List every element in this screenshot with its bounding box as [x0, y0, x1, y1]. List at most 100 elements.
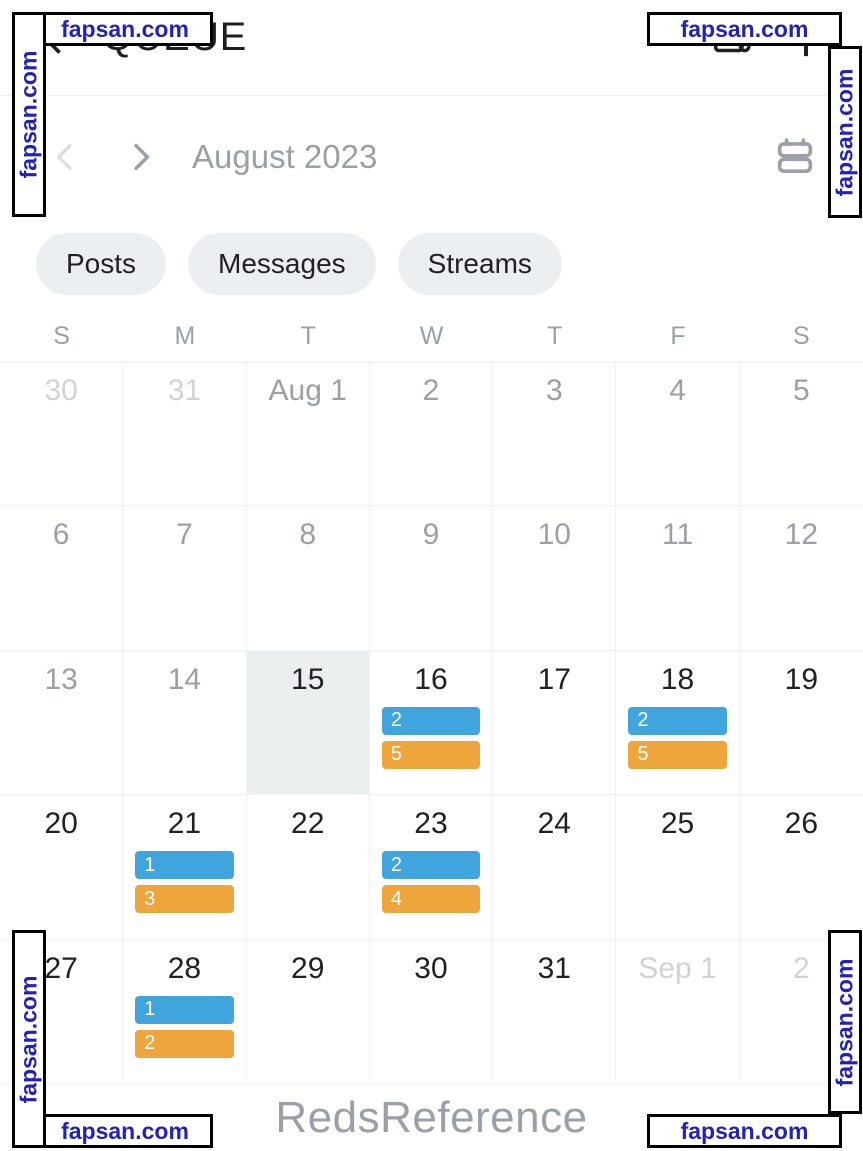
- day-number: 5: [793, 374, 810, 407]
- event-count-badge-blue[interactable]: 2: [381, 851, 481, 880]
- day-number: 11: [661, 518, 694, 552]
- day-number: 21: [167, 807, 202, 841]
- calendar-day-cell[interactable]: 16 2 5: [370, 650, 494, 795]
- day-number: 4: [669, 374, 686, 407]
- watermark-label: fapsan.com: [831, 68, 858, 196]
- watermark-bottom-right-horizontal: fapsan.com: [647, 1114, 842, 1148]
- calendar-day-cell[interactable]: 30: [0, 362, 124, 506]
- calendar-day-cell[interactable]: 31: [493, 939, 617, 1083]
- day-number: 14: [167, 662, 202, 696]
- next-month-button[interactable]: [118, 134, 164, 180]
- tab-messages[interactable]: Messages: [188, 233, 376, 295]
- day-number: 23: [414, 807, 448, 841]
- weekday-label-fri: F: [670, 321, 686, 350]
- weekday-label-wed: W: [419, 321, 444, 350]
- day-number: 31: [537, 951, 571, 985]
- chevron-left-icon: [56, 144, 72, 170]
- weekday-label-thu: T: [547, 321, 563, 350]
- day-number: 15: [291, 662, 325, 696]
- day-number: 9: [422, 518, 440, 552]
- day-number: 19: [784, 662, 819, 696]
- calendar-day-cell[interactable]: 12: [740, 506, 863, 649]
- event-count-badge-blue[interactable]: 2: [381, 706, 481, 735]
- calendar-day-cell[interactable]: 18 2 5: [616, 650, 740, 795]
- calendar-day-cell[interactable]: 14: [123, 650, 247, 795]
- day-number: 8: [299, 518, 317, 552]
- calendar-day-cell[interactable]: 10: [493, 506, 617, 650]
- watermark-label: fapsan.com: [831, 958, 858, 1086]
- calendar-view-icon: [777, 138, 813, 174]
- view-toggle-button[interactable]: [769, 131, 821, 183]
- calendar-day-cell[interactable]: Aug 1: [247, 362, 370, 506]
- calendar-day-cell[interactable]: 30: [370, 939, 494, 1083]
- watermark-top-right-horizontal: fapsan.com: [647, 12, 842, 46]
- event-count-badge-orange[interactable]: 2: [135, 1029, 234, 1058]
- calendar-day-cell[interactable]: 17: [493, 650, 617, 795]
- weekday-label-sun: S: [53, 321, 70, 350]
- calendar-day-cell[interactable]: 4: [616, 362, 740, 506]
- watermark-top-left-vertical: fapsan.com: [12, 12, 46, 217]
- day-number: 20: [44, 807, 78, 841]
- watermark-top-left-horizontal: fapsan.com: [37, 12, 213, 46]
- calendar-day-cell[interactable]: 26: [740, 795, 863, 938]
- filter-tabs: Posts Messages Streams: [0, 218, 863, 310]
- calendar-day-cell[interactable]: 19: [740, 651, 863, 794]
- tab-streams[interactable]: Streams: [397, 233, 562, 295]
- day-event-list: 24: [381, 851, 481, 914]
- previous-month-button[interactable]: [42, 134, 88, 180]
- calendar-day-cell[interactable]: 6: [0, 506, 124, 650]
- calendar-day-cell[interactable]: Sep 1: [616, 939, 740, 1083]
- weekday-label-mon: M: [174, 321, 196, 350]
- calendar-day-cell[interactable]: 20: [0, 795, 124, 939]
- calendar-week-row: 13 14 15 16 2 5 17 18 2 5 19: [0, 650, 863, 796]
- calendar-day-cell[interactable]: 7: [123, 506, 247, 650]
- calendar-day-cell[interactable]: 24: [493, 795, 617, 939]
- day-number: Aug 1: [268, 374, 347, 407]
- day-number: 18: [660, 662, 695, 696]
- calendar-day-cell[interactable]: 15: [246, 650, 370, 795]
- chevron-right-icon: [134, 143, 150, 171]
- day-number: 30: [414, 951, 448, 985]
- watermark-bottom-right-vertical: fapsan.com: [828, 930, 862, 1114]
- watermark-label: fapsan.com: [15, 50, 42, 179]
- calendar-day-cell[interactable]: 31: [123, 362, 247, 506]
- calendar-day-cell[interactable]: 28 1 2: [123, 939, 247, 1083]
- calendar-day-cell[interactable]: 13: [0, 650, 124, 795]
- watermark-bottom-left-vertical: fapsan.com: [12, 930, 46, 1148]
- calendar-day-cell[interactable]: 22: [247, 795, 370, 939]
- day-event-list: 12: [135, 995, 234, 1058]
- event-count-badge-orange[interactable]: 5: [628, 740, 727, 769]
- event-count-badge-blue[interactable]: 1: [135, 995, 234, 1024]
- weekday-label-sat: S: [793, 321, 810, 350]
- day-number: Sep 1: [638, 951, 717, 985]
- watermark-bottom-left-horizontal: fapsan.com: [37, 1114, 213, 1148]
- event-count-badge-orange[interactable]: 4: [381, 885, 481, 914]
- day-number: 29: [291, 951, 325, 985]
- watermark-top-right-vertical: fapsan.com: [828, 46, 862, 218]
- calendar-day-cell[interactable]: 2: [370, 362, 494, 506]
- event-count-badge-blue[interactable]: 1: [135, 851, 234, 880]
- event-count-badge-blue[interactable]: 2: [628, 706, 727, 735]
- day-event-list: 25: [628, 706, 727, 769]
- event-count-badge-orange[interactable]: 3: [135, 885, 234, 914]
- day-number: 10: [537, 518, 571, 552]
- weekday-label-tue: T: [300, 321, 316, 350]
- calendar-day-cell[interactable]: 29: [247, 939, 370, 1083]
- calendar-day-cell[interactable]: 9: [370, 506, 494, 650]
- day-number: 3: [545, 374, 563, 407]
- calendar-day-cell[interactable]: 11: [616, 506, 740, 650]
- calendar-day-cell[interactable]: 23 2 4: [370, 795, 494, 939]
- calendar-day-cell[interactable]: 21 1 3: [123, 795, 247, 939]
- tab-posts[interactable]: Posts: [36, 233, 167, 295]
- calendar-day-cell[interactable]: 8: [247, 506, 370, 650]
- calendar-day-cell[interactable]: 25: [616, 795, 740, 939]
- calendar-day-cell[interactable]: 3: [493, 362, 617, 506]
- day-number: 31: [167, 374, 202, 407]
- calendar-week-row: 30 31 Aug 1 2 3 4 5: [0, 362, 863, 507]
- day-number: 26: [784, 807, 819, 841]
- event-count-badge-orange[interactable]: 5: [381, 740, 481, 769]
- calendar-day-cell[interactable]: 5: [740, 362, 863, 505]
- day-number: 24: [537, 807, 571, 841]
- month-navigation: August 2023: [0, 96, 863, 218]
- day-event-list: 25: [381, 706, 481, 769]
